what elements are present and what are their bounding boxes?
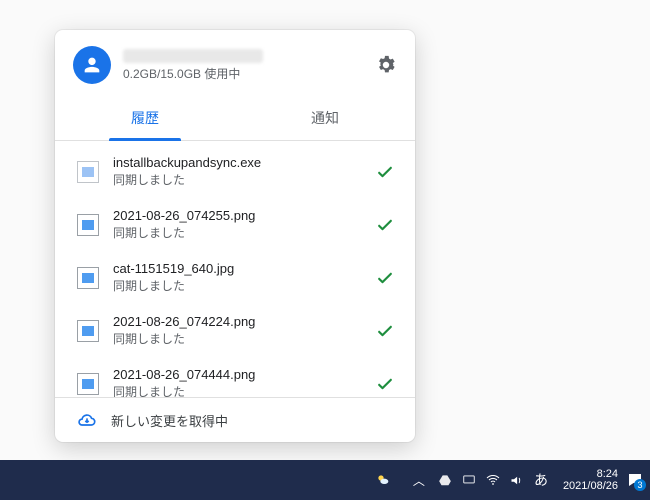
google-drive-tray-icon[interactable] <box>437 472 453 488</box>
file-meta: 2021-08-26_074444.png同期しました <box>113 367 361 397</box>
clock-date: 2021/08/26 <box>563 480 618 492</box>
checkmark-icon <box>375 374 395 394</box>
file-name: 2021-08-26_074224.png <box>113 314 361 329</box>
tab-notifications[interactable]: 通知 <box>235 98 415 140</box>
list-item[interactable]: 2021-08-26_074224.png同期しました <box>55 304 415 357</box>
file-meta: 2021-08-26_074224.png同期しました <box>113 314 361 347</box>
taskbar-clock[interactable]: 8:24 2021/08/26 <box>563 468 618 492</box>
wifi-tray-icon[interactable] <box>485 472 501 488</box>
file-name: cat-1151519_640.jpg <box>113 261 361 276</box>
image-file-icon <box>77 320 99 342</box>
checkmark-icon <box>375 268 395 288</box>
touchpad-tray-icon[interactable] <box>461 472 477 488</box>
sync-status: 同期しました <box>113 224 361 241</box>
checkmark-icon <box>375 321 395 341</box>
tab-bar: 履歴 通知 <box>55 98 415 141</box>
volume-tray-icon[interactable] <box>509 472 525 488</box>
sync-status: 同期しました <box>113 171 361 188</box>
image-file-icon <box>77 373 99 395</box>
clock-time: 8:24 <box>563 468 618 480</box>
image-file-icon <box>77 214 99 236</box>
file-name: 2021-08-26_074255.png <box>113 208 361 223</box>
sync-status: 同期しました <box>113 383 361 397</box>
file-name: 2021-08-26_074444.png <box>113 367 361 382</box>
windows-taskbar[interactable]: ︿ あ 8:24 2021/08/26 3 <box>0 460 650 500</box>
panel-footer: 新しい変更を取得中 <box>55 397 415 442</box>
exe-file-icon <box>77 161 99 183</box>
drive-sync-panel: 0.2GB/15.0GB 使用中 履歴 通知 installbackupands… <box>55 30 415 442</box>
panel-header: 0.2GB/15.0GB 使用中 <box>55 30 415 92</box>
footer-status: 新しい変更を取得中 <box>111 411 228 430</box>
tray-overflow-chevron-icon[interactable]: ︿ <box>413 472 425 489</box>
storage-usage: 0.2GB/15.0GB 使用中 <box>123 65 363 82</box>
person-icon <box>81 54 103 76</box>
action-center-icon[interactable]: 3 <box>626 471 644 489</box>
account-name-redacted <box>123 49 263 63</box>
settings-gear-icon[interactable] <box>375 54 397 76</box>
file-meta: installbackupandsync.exe同期しました <box>113 155 361 188</box>
account-info: 0.2GB/15.0GB 使用中 <box>123 49 363 82</box>
file-meta: 2021-08-26_074255.png同期しました <box>113 208 361 241</box>
list-item[interactable]: 2021-08-26_074255.png同期しました <box>55 198 415 251</box>
cloud-sync-icon <box>77 410 97 430</box>
sync-history-list[interactable]: installbackupandsync.exe同期しました2021-08-26… <box>55 141 415 397</box>
tab-history[interactable]: 履歴 <box>55 98 235 140</box>
list-item[interactable]: 2021-08-26_074444.png同期しました <box>55 357 415 397</box>
checkmark-icon <box>375 162 395 182</box>
file-meta: cat-1151519_640.jpg同期しました <box>113 261 361 294</box>
account-avatar[interactable] <box>73 46 111 84</box>
ime-indicator[interactable]: あ <box>533 472 549 488</box>
sync-status: 同期しました <box>113 277 361 294</box>
weather-tray-icon[interactable] <box>375 472 391 488</box>
file-name: installbackupandsync.exe <box>113 155 361 170</box>
notification-count-badge: 3 <box>634 479 646 491</box>
sync-status: 同期しました <box>113 330 361 347</box>
list-item[interactable]: installbackupandsync.exe同期しました <box>55 145 415 198</box>
list-item[interactable]: cat-1151519_640.jpg同期しました <box>55 251 415 304</box>
checkmark-icon <box>375 215 395 235</box>
image-file-icon <box>77 267 99 289</box>
